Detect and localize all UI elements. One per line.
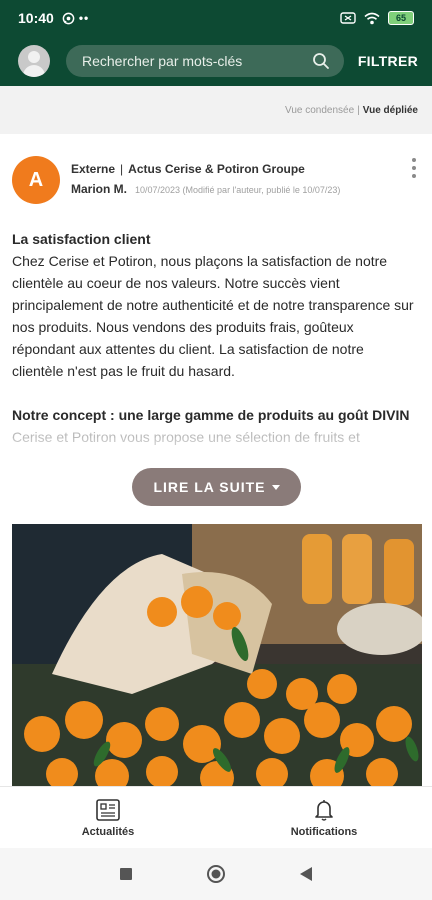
profile-avatar[interactable] <box>18 45 50 77</box>
back-button[interactable] <box>261 866 351 882</box>
post-author-line: Marion M. 10/07/2023 (Modifié par l'auteu… <box>71 182 340 196</box>
read-more-button[interactable]: LIRE LA SUITE <box>132 468 301 506</box>
nav-label-actualites: Actualités <box>81 825 135 838</box>
system-navigation-bar <box>0 848 432 900</box>
post-body: La satisfaction client Chez Cerise et Po… <box>12 228 418 448</box>
view-toggle-bar: Vue condensée | Vue dépliée <box>0 86 432 134</box>
post-date: 10/07/2023 (Modifié par l'auteur, publié… <box>135 185 341 195</box>
bottom-navigation: Actualités Notifications <box>0 786 432 848</box>
nav-item-actualites[interactable]: Actualités <box>0 787 216 848</box>
post-group[interactable]: Actus Cerise & Potiron Groupe <box>128 162 305 176</box>
sim-icon <box>340 12 356 24</box>
meta-separator: | <box>120 162 124 176</box>
wifi-icon <box>364 12 380 24</box>
status-bar: 10:40 •• 65 <box>0 0 432 36</box>
post-author[interactable]: Marion M. <box>71 182 127 196</box>
view-separator: | <box>357 104 360 116</box>
post-source-line: Externe | Actus Cerise & Potiron Groupe <box>71 162 305 176</box>
post-header: A Externe | Actus Cerise & Potiron Groupe … <box>12 156 422 206</box>
condensed-view-link[interactable]: Vue condensée <box>285 105 354 116</box>
caret-down-icon <box>271 484 280 490</box>
search-icon[interactable] <box>312 52 330 70</box>
post-image[interactable] <box>12 524 422 786</box>
search-placeholder: Rechercher par mots-clés <box>82 53 243 69</box>
more-dots-icon: •• <box>78 11 90 25</box>
post-source: Externe <box>71 162 116 176</box>
expanded-view-link[interactable]: Vue dépliée <box>363 105 418 116</box>
home-circle-icon <box>207 865 225 883</box>
news-icon <box>96 798 120 821</box>
filter-button[interactable]: FILTRER <box>358 53 418 69</box>
nav-item-notifications[interactable]: Notifications <box>216 787 432 848</box>
battery-icon: 65 <box>388 11 414 25</box>
whatsapp-icon <box>62 12 75 24</box>
nav-label-notifications: Notifications <box>290 825 358 838</box>
status-time: 10:40 <box>18 10 54 26</box>
read-more-label: LIRE LA SUITE <box>153 479 266 495</box>
post-title: La satisfaction client <box>12 231 151 247</box>
post-paragraph: Chez Cerise et Potiron, nous plaçons la … <box>12 253 414 379</box>
back-triangle-icon <box>300 867 312 881</box>
search-input[interactable]: Rechercher par mots-clés <box>66 45 344 77</box>
recent-apps-button[interactable] <box>81 867 171 881</box>
home-button[interactable] <box>171 864 261 884</box>
bell-icon <box>315 799 333 821</box>
more-options-icon[interactable] <box>410 158 418 178</box>
post-card: A Externe | Actus Cerise & Potiron Groupe … <box>0 134 432 786</box>
author-avatar[interactable]: A <box>12 156 60 204</box>
app-bar: Rechercher par mots-clés FILTRER <box>0 36 432 86</box>
post-section-title: Notre concept : une large gamme de produ… <box>12 407 410 423</box>
square-icon <box>120 868 132 880</box>
